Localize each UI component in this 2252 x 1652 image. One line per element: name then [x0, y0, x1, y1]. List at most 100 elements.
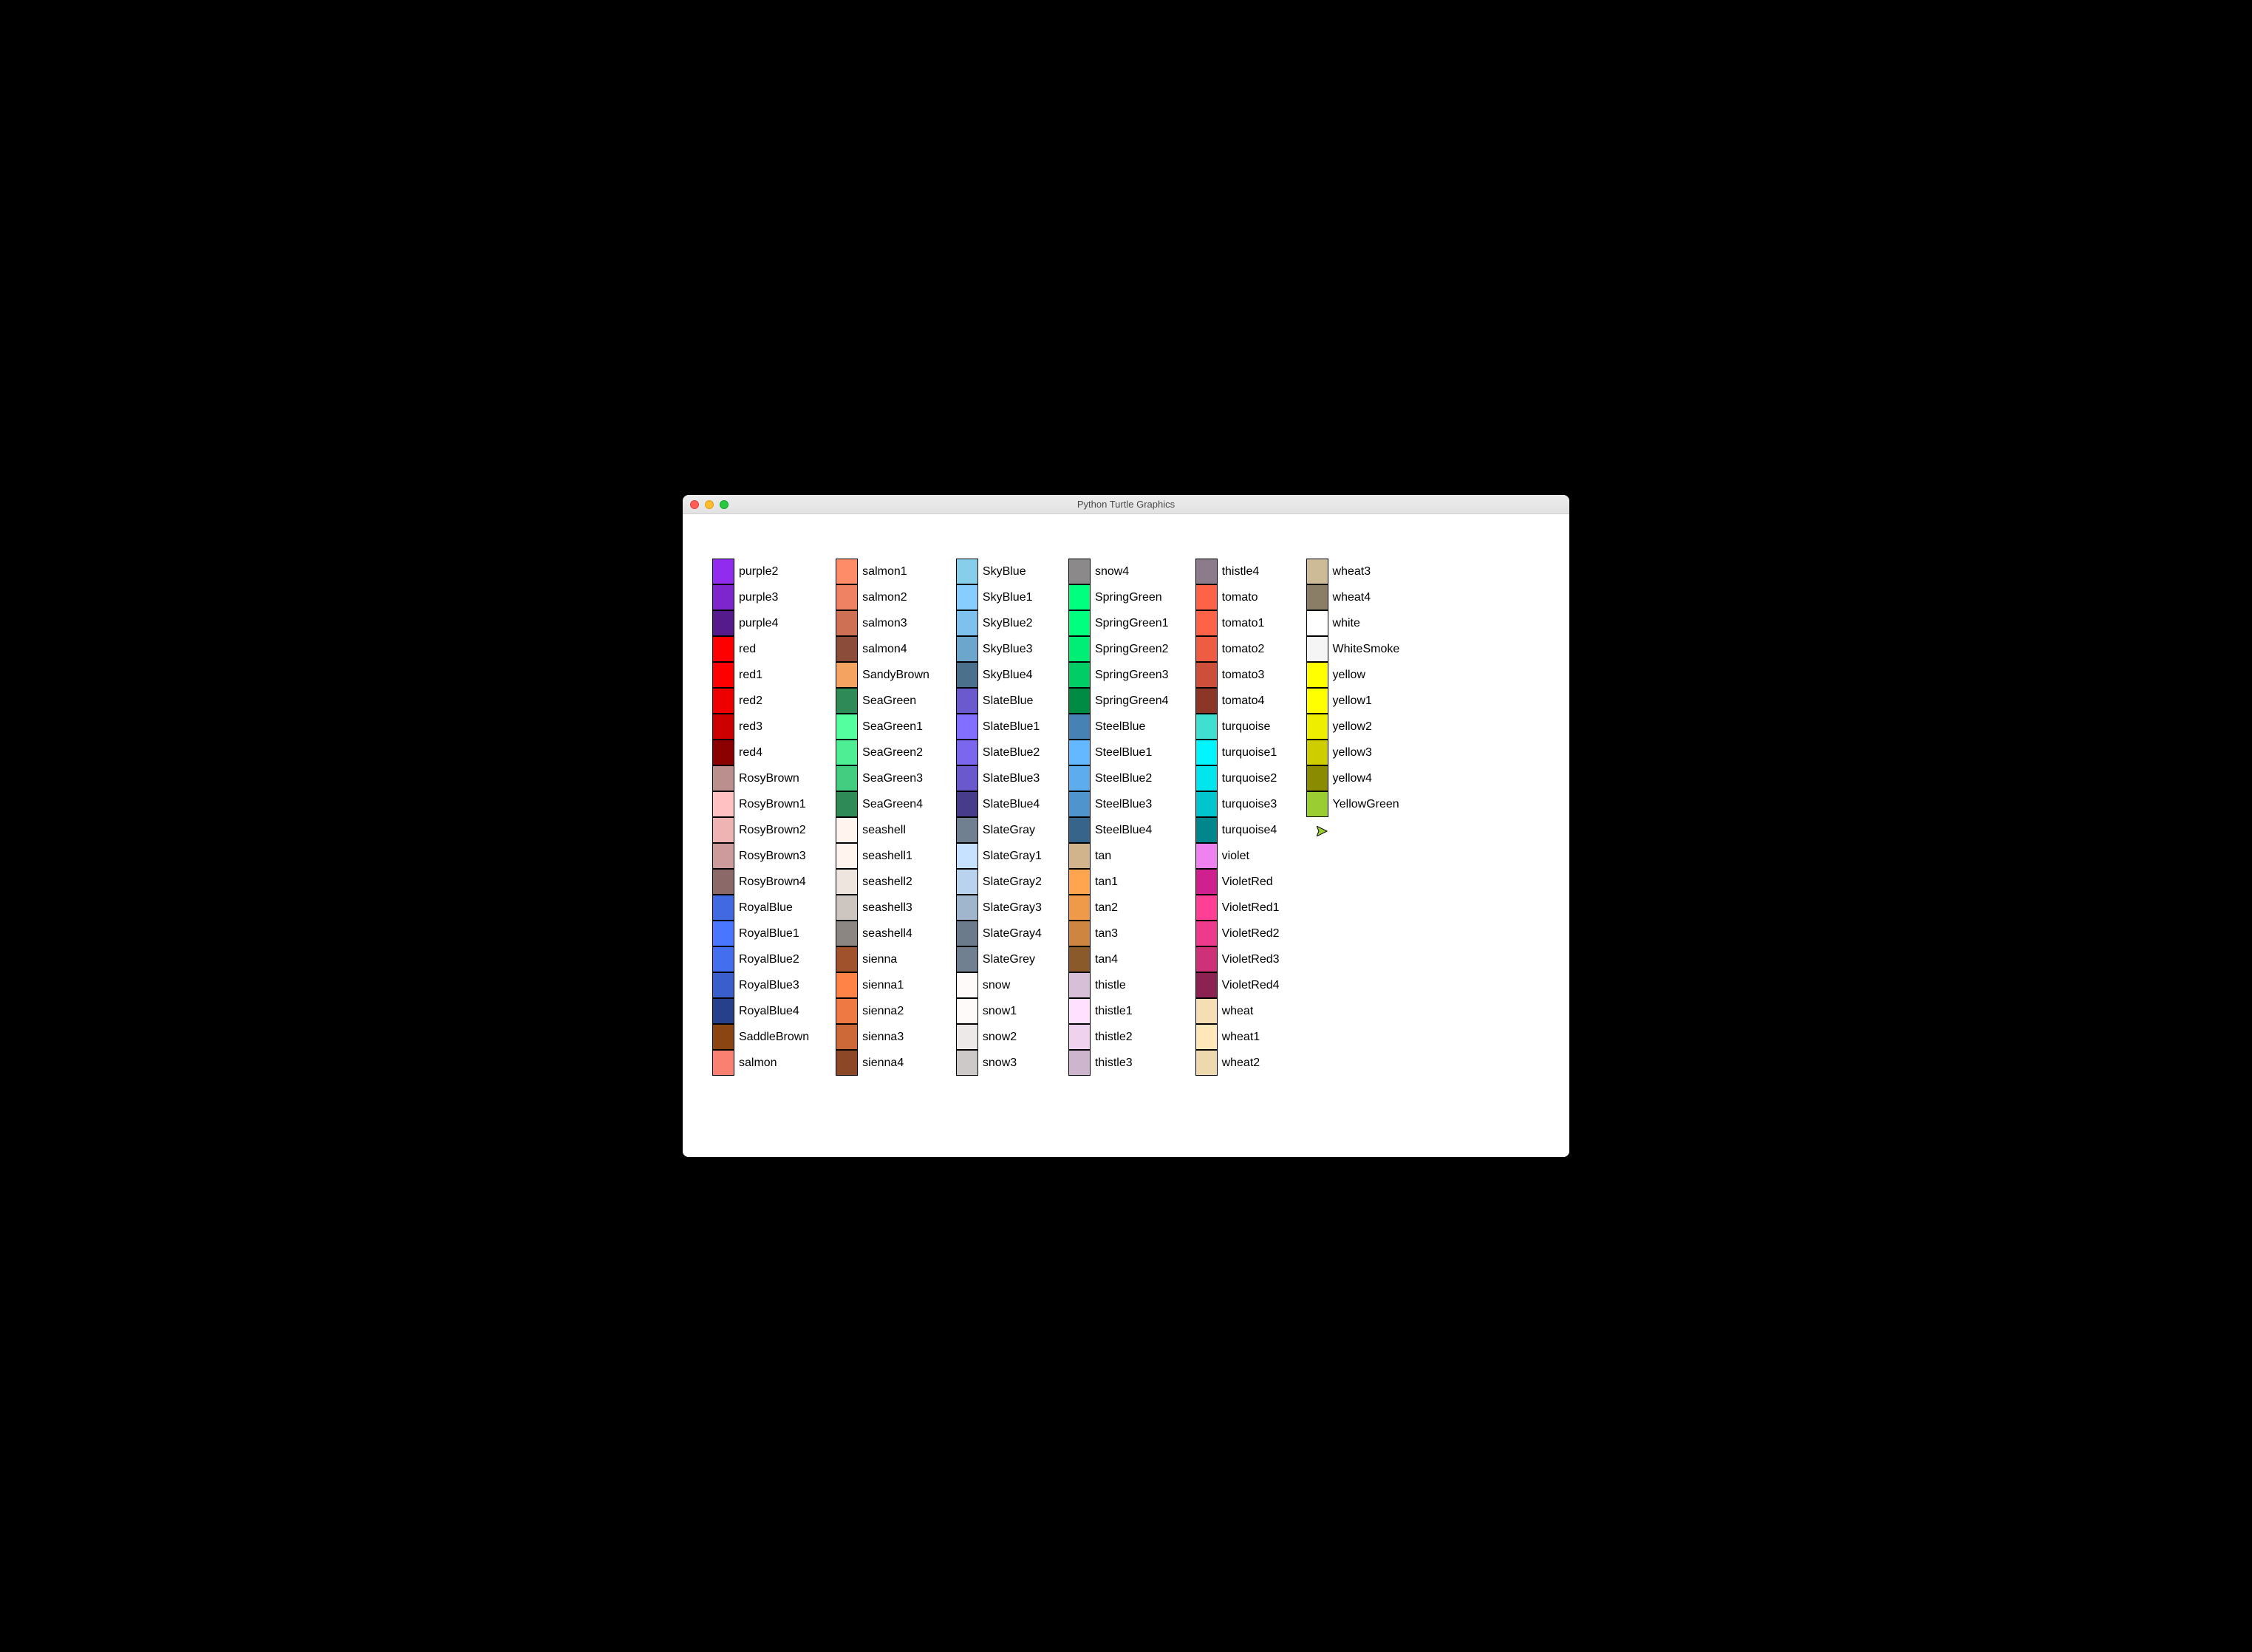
color-swatch	[836, 817, 858, 843]
color-swatch	[836, 610, 858, 636]
color-label: SlateBlue	[983, 694, 1034, 708]
color-swatch	[712, 895, 734, 921]
color-swatch-row: SeaGreen3	[836, 765, 929, 791]
color-label: RoyalBlue	[739, 901, 793, 915]
color-label: RosyBrown2	[739, 824, 806, 837]
color-swatch-row: turquoise1	[1195, 740, 1280, 765]
zoom-button[interactable]	[720, 500, 729, 509]
color-label: red2	[739, 694, 762, 708]
color-swatch-row: snow4	[1068, 559, 1169, 584]
color-swatch-row: SpringGreen3	[1068, 662, 1169, 688]
color-swatch	[1306, 636, 1328, 662]
color-label: SteelBlue1	[1095, 746, 1152, 760]
color-swatch	[956, 843, 978, 869]
color-swatch-row: sienna3	[836, 1024, 929, 1050]
color-swatch-row: salmon3	[836, 610, 929, 636]
color-swatch-row: red1	[712, 662, 809, 688]
color-label: SpringGreen3	[1095, 669, 1169, 682]
color-swatch-row: SlateGrey	[956, 946, 1042, 972]
color-swatch-row: SeaGreen2	[836, 740, 929, 765]
color-column: snow4SpringGreenSpringGreen1SpringGreen2…	[1068, 559, 1169, 1076]
color-label: tomato2	[1222, 643, 1265, 656]
color-swatch-row: SlateGray	[956, 817, 1042, 843]
color-label: yellow2	[1333, 720, 1372, 734]
color-swatch-row: RosyBrown1	[712, 791, 809, 817]
color-label: red4	[739, 746, 762, 760]
color-label: red	[739, 643, 756, 656]
color-swatch-row: SlateGray2	[956, 869, 1042, 895]
color-swatch	[712, 946, 734, 972]
color-swatch-row: purple4	[712, 610, 809, 636]
color-swatch-row: seashell1	[836, 843, 929, 869]
color-swatch-row: SteelBlue3	[1068, 791, 1169, 817]
color-swatch	[1195, 765, 1218, 791]
color-swatch-row: VioletRed	[1195, 869, 1280, 895]
color-swatch	[1068, 998, 1091, 1024]
turtle-cursor-icon	[1317, 826, 1400, 836]
color-swatch-row: SteelBlue2	[1068, 765, 1169, 791]
color-label: SandyBrown	[862, 669, 929, 682]
color-swatch	[1195, 610, 1218, 636]
color-label: SlateBlue3	[983, 772, 1040, 785]
color-swatch	[712, 921, 734, 946]
color-swatch	[1195, 869, 1218, 895]
color-swatch-row: yellow1	[1306, 688, 1400, 714]
color-swatch-row: RosyBrown4	[712, 869, 809, 895]
color-swatch	[956, 817, 978, 843]
close-button[interactable]	[690, 500, 699, 509]
color-swatch-row: red4	[712, 740, 809, 765]
color-label: turquoise4	[1222, 824, 1277, 837]
color-swatch	[712, 817, 734, 843]
color-swatch	[1306, 791, 1328, 817]
color-label: SlateGray	[983, 824, 1035, 837]
color-swatch	[1195, 895, 1218, 921]
color-swatch-row: snow3	[956, 1050, 1042, 1076]
color-swatch-row: snow	[956, 972, 1042, 998]
color-label: YellowGreen	[1333, 798, 1399, 811]
color-label: tomato3	[1222, 669, 1265, 682]
color-label: turquoise3	[1222, 798, 1277, 811]
color-swatch	[1195, 946, 1218, 972]
titlebar[interactable]: Python Turtle Graphics	[683, 495, 1569, 514]
color-label: SlateGray4	[983, 927, 1042, 941]
color-swatch-row: SandyBrown	[836, 662, 929, 688]
color-swatch	[836, 740, 858, 765]
color-label: SkyBlue	[983, 565, 1026, 578]
color-label: wheat1	[1222, 1031, 1260, 1044]
color-swatch	[1306, 559, 1328, 584]
color-swatch-row: thistle2	[1068, 1024, 1169, 1050]
color-label: VioletRed3	[1222, 953, 1280, 966]
color-swatch	[1068, 817, 1091, 843]
color-swatch	[712, 791, 734, 817]
color-label: SlateGrey	[983, 953, 1035, 966]
color-label: SteelBlue4	[1095, 824, 1152, 837]
color-label: SkyBlue1	[983, 591, 1033, 604]
color-label: SeaGreen4	[862, 798, 923, 811]
color-swatch-row: salmon	[712, 1050, 809, 1076]
color-swatch-row: VioletRed3	[1195, 946, 1280, 972]
color-swatch-row: WhiteSmoke	[1306, 636, 1400, 662]
color-swatch	[1195, 791, 1218, 817]
color-label: purple3	[739, 591, 778, 604]
color-label: snow2	[983, 1031, 1017, 1044]
color-swatch-row: turquoise3	[1195, 791, 1280, 817]
color-label: salmon4	[862, 643, 907, 656]
color-swatch-row: yellow4	[1306, 765, 1400, 791]
color-label: purple2	[739, 565, 778, 578]
color-label: SteelBlue2	[1095, 772, 1152, 785]
color-label: salmon2	[862, 591, 907, 604]
color-swatch	[1306, 765, 1328, 791]
color-swatch	[956, 610, 978, 636]
color-label: salmon	[739, 1057, 777, 1070]
color-swatch-row: snow2	[956, 1024, 1042, 1050]
color-label: RosyBrown3	[739, 850, 806, 863]
color-label: SteelBlue	[1095, 720, 1146, 734]
color-swatch	[836, 972, 858, 998]
color-label: tomato1	[1222, 617, 1265, 630]
color-label: yellow	[1333, 669, 1365, 682]
minimize-button[interactable]	[705, 500, 714, 509]
color-label: snow	[983, 979, 1010, 992]
color-label: seashell4	[862, 927, 912, 941]
color-swatch-row: YellowGreen	[1306, 791, 1400, 817]
color-swatch	[836, 895, 858, 921]
